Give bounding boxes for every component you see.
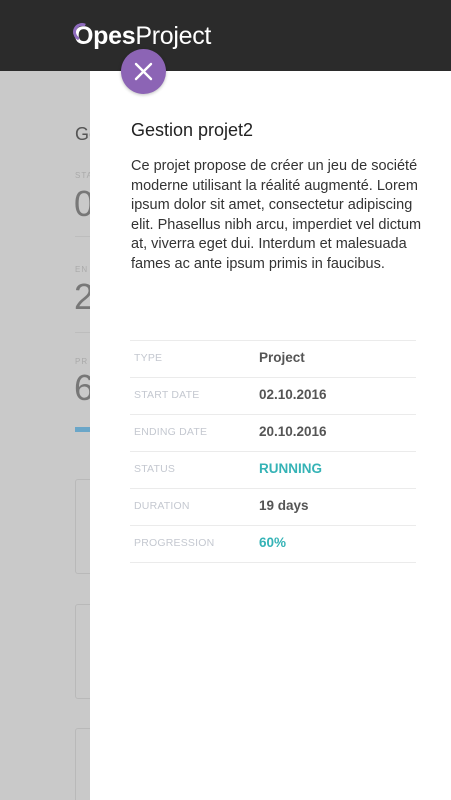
logo-light-text: Project [135, 22, 212, 50]
detail-label: TYPE [134, 352, 163, 364]
background-stat-label: PR [75, 357, 89, 366]
background-stat-label: EN [75, 265, 89, 274]
detail-label: DURATION [134, 500, 190, 512]
project-details-table: TYPE Project START DATE 02.10.2016 ENDIN… [130, 340, 416, 563]
detail-row-type: TYPE Project [130, 340, 416, 377]
detail-label: START DATE [134, 389, 200, 401]
progression-value: 60% [259, 535, 287, 550]
detail-row-duration: DURATION 19 days [130, 488, 416, 525]
detail-row-progression: PROGRESSION 60% [130, 525, 416, 563]
detail-label: ENDING DATE [134, 426, 208, 438]
close-icon [134, 62, 153, 81]
detail-row-ending-date: ENDING DATE 20.10.2016 [130, 414, 416, 451]
project-detail-panel: Gestion projet2 Ce projet propose de cré… [90, 71, 451, 800]
project-title: Gestion projet2 [131, 120, 254, 140]
project-description: Ce projet propose de créer un jeu de soc… [131, 158, 422, 272]
app-logo[interactable]: OpesProject [70, 20, 212, 51]
detail-label: STATUS [134, 463, 176, 475]
close-panel-button[interactable] [121, 49, 166, 94]
status-badge: RUNNING [259, 461, 322, 476]
detail-row-start-date: START DATE 02.10.2016 [130, 377, 416, 414]
detail-label: PROGRESSION [134, 537, 215, 549]
detail-value: 02.10.2016 [259, 387, 327, 402]
detail-value: Project [259, 350, 305, 365]
top-bar: OpesProject [0, 0, 451, 71]
detail-value: 19 days [259, 498, 309, 513]
detail-row-status: STATUS RUNNING [130, 451, 416, 488]
detail-value: 20.10.2016 [259, 424, 327, 439]
